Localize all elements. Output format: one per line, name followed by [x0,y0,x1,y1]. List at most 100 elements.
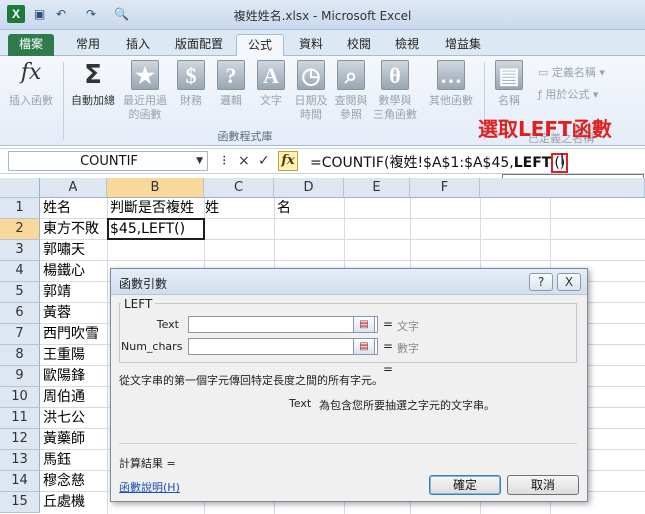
cancel-icon[interactable]: × [238,153,250,169]
column-header-f[interactable]: F [410,178,480,198]
ok-button[interactable]: 確定 [429,475,501,495]
select-all-corner[interactable] [0,178,40,198]
function-result-equals: = [383,362,394,376]
active-cell-border [107,218,205,240]
math-trig-button[interactable]: θ 數學與 三角函數 [370,60,420,130]
column-header-b[interactable]: B [107,178,204,198]
text-arg-equals: = [383,317,394,331]
function-description: 從文字串的第一個字元傳回特定長度之間的所有字元。 [119,374,383,387]
cell-c1[interactable]: 姓 [202,198,219,219]
cell-d1[interactable]: 名 [274,198,291,219]
star-book-icon: ★ [131,60,159,90]
theta-book-icon: θ [381,60,409,90]
cell-a7[interactable]: 西門吹雪 [40,324,99,345]
fx-icon: fx [20,60,42,85]
tab-home[interactable]: 常用 [64,34,112,56]
cancel-button[interactable]: 取消 [507,475,579,495]
row-header-15[interactable]: 15 [0,492,40,513]
tab-formulas[interactable]: 公式 [236,34,284,56]
enter-icon[interactable]: ✓ [258,153,270,169]
cell-a8[interactable]: 王重陽 [40,345,85,366]
cell-a10[interactable]: 周伯通 [40,387,85,408]
row-header-10[interactable]: 10 [0,387,40,408]
num-chars-arg-input[interactable] [188,338,378,355]
tab-page-layout[interactable]: 版面配置 [166,34,232,56]
close-icon[interactable]: X [557,273,581,291]
tab-insert[interactable]: 插入 [114,34,162,56]
insert-function-fx-button[interactable]: fx [278,151,298,171]
num-chars-arg-label: Num_chars [121,340,183,353]
cell-a11[interactable]: 洪七公 [40,408,85,429]
formula-input[interactable]: =COUNTIF(複姓!$A$1:$A$45,LEFT() [310,152,569,173]
column-header-d[interactable]: D [274,178,344,198]
cell-a12[interactable]: 黃藥師 [40,429,85,450]
row-header-3[interactable]: 3 [0,240,40,261]
autosum-button[interactable]: Σ 自動加總 [68,60,118,130]
dialog-title-bar[interactable]: 函數引數 ? X [111,269,587,295]
cell-a6[interactable]: 黃蓉 [40,303,71,324]
row-header-7[interactable]: 7 [0,324,40,345]
chevron-down-icon[interactable]: ▼ [196,156,203,166]
row-header-4[interactable]: 4 [0,261,40,282]
cell-a9[interactable]: 歐陽鋒 [40,366,85,387]
title-bar: X ▣ ↶ ↷ 🔍 複姓姓名.xlsx - Microsoft Excel [0,0,645,30]
row-header-5[interactable]: 5 [0,282,40,303]
column-header-a[interactable]: A [40,178,107,198]
help-icon[interactable]: ? [529,273,553,291]
cell-b1[interactable]: 判斷是否複姓 [107,198,194,219]
function-name-label: LEFT [121,297,156,311]
row-header-13[interactable]: 13 [0,450,40,471]
dialog-separator [119,443,577,444]
row-header-9[interactable]: 9 [0,366,40,387]
formula-result-label: 計算結果 = [119,457,176,470]
row-header-12[interactable]: 12 [0,429,40,450]
instruction-callout: 選取LEFT函數 [478,117,612,141]
financial-book-icon: $ [177,60,205,90]
cell-a2[interactable]: 東方不敗 [40,219,99,240]
text-book-icon: A [257,60,285,90]
row-header-11[interactable]: 11 [0,408,40,429]
tab-data[interactable]: 資料 [288,34,334,56]
row-header-14[interactable]: 14 [0,471,40,492]
tab-file[interactable]: 檔案 [8,34,54,56]
name-box[interactable]: COUNTIF ▼ [8,151,208,171]
row-header-6[interactable]: 6 [0,303,40,324]
tag-icon: ▭ [538,66,552,79]
cell-a14[interactable]: 穆念慈 [40,471,85,492]
function-arguments-dialog: 函數引數 ? X LEFT Text ▤ = 文字 Num_chars ▤ = … [110,268,588,502]
formula-bar-splitter-icon[interactable]: ⁝ [222,153,226,169]
cell-a1[interactable]: 姓名 [40,198,71,219]
text-arg-type-hint: 文字 [397,320,419,333]
insert-function-button[interactable]: fx 插入函數 [6,60,56,130]
more-functions-button[interactable]: … 其他函數 [426,60,476,130]
text-arg-input[interactable] [188,316,378,333]
num-chars-arg-type-hint: 數字 [397,342,419,355]
define-name-item[interactable]: ▭ 定義名稱 ▾ [538,64,605,80]
recently-used-button[interactable]: ★ 最近用過 的函數 [120,60,170,130]
function-library-group-label: 函數程式庫 [217,130,273,143]
row-header-1[interactable]: 1 [0,198,40,219]
use-in-formula-item[interactable]: ƒ 用於公式 ▾ [538,86,598,102]
cell-a3[interactable]: 郭嘯天 [40,240,85,261]
cell-a13[interactable]: 馬鈺 [40,450,71,471]
collapse-dialog-icon[interactable]: ▤ [353,338,375,355]
column-header-c[interactable]: C [204,178,274,198]
window-title: 複姓姓名.xlsx - Microsoft Excel [233,9,412,23]
function-help-link[interactable]: 函數說明(H) [119,479,180,495]
cell-a15[interactable]: 丘處機 [40,492,85,513]
argument-name: Text [289,397,312,410]
name-box-value: COUNTIF [80,154,138,169]
cell-a4[interactable]: 楊鐵心 [40,261,85,282]
grid-line [107,198,108,514]
row-header-2[interactable]: 2 [0,219,40,240]
argument-description: 為包含您所要抽選之字元的文字串。 [319,399,495,412]
cell-a5[interactable]: 郭靖 [40,282,71,303]
lookup-reference-button[interactable]: ⌕ 查閱與 參照 [326,60,376,130]
collapse-dialog-icon[interactable]: ▤ [353,316,375,333]
tab-review[interactable]: 校閱 [336,34,382,56]
num-chars-arg-equals: = [383,339,394,353]
row-header-8[interactable]: 8 [0,345,40,366]
tab-view[interactable]: 檢視 [384,34,430,56]
tab-add-ins[interactable]: 增益集 [436,34,490,56]
column-header-e[interactable]: E [344,178,410,198]
